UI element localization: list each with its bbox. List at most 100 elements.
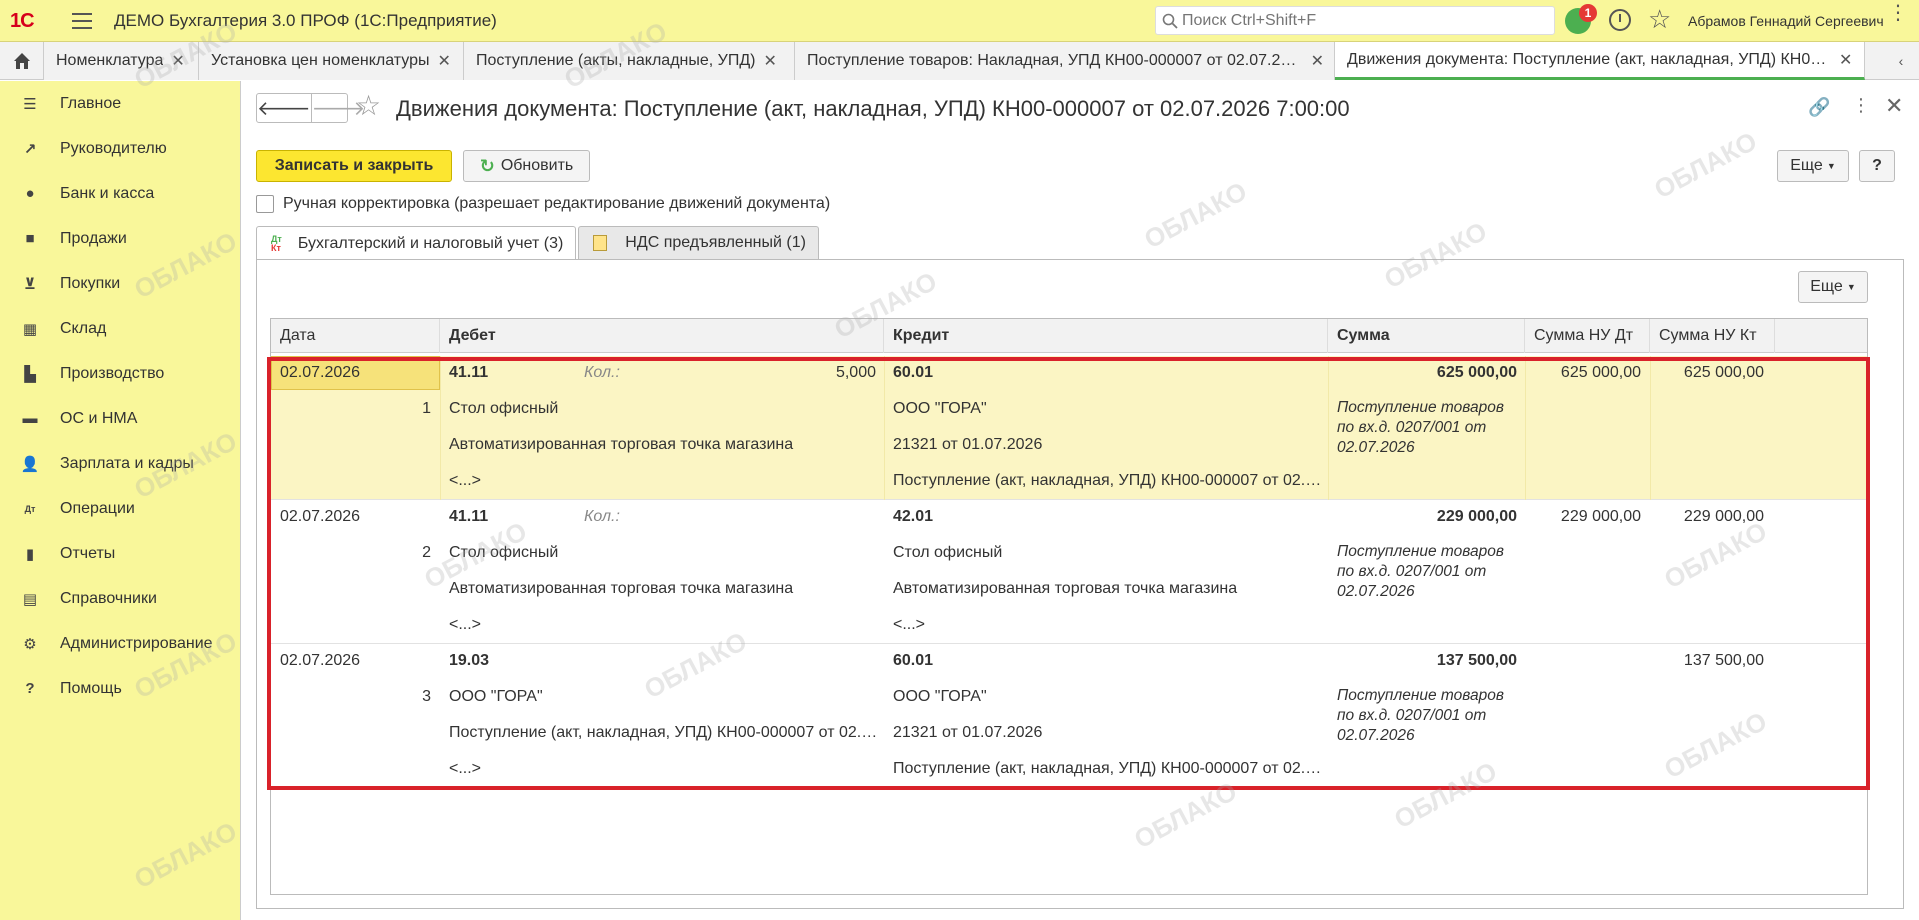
column-debit[interactable]: Дебет [440, 319, 884, 353]
sidebar-item-manager[interactable]: ↗ Руководителю [0, 126, 240, 171]
sidebar-item-help[interactable]: ? Помощь [0, 666, 240, 711]
row-content[interactable]: Поступление товаров по вх.д. 0207/001 от… [1337, 686, 1517, 746]
table-row[interactable]: 02.07.2026 2 41.11 Кол.: Стол офисный Ав… [271, 500, 1867, 644]
search-input[interactable] [1182, 11, 1542, 30]
credit-subconto-2[interactable]: Автоматизированная торговая точка магази… [893, 579, 1323, 599]
tab-accounting[interactable]: Дт Кт Бухгалтерский и налоговый учет (3) [256, 226, 577, 260]
sidebar-item-bank[interactable]: ● Банк и касса [0, 171, 240, 216]
row-date[interactable]: 02.07.2026 [280, 363, 435, 383]
row-sum-nu-kt[interactable]: 229 000,00 [1654, 507, 1764, 527]
debit-account[interactable]: 19.03 [449, 651, 569, 671]
more-menu-icon[interactable]: ⋮ [1888, 3, 1908, 23]
close-form-icon[interactable]: ✕ [1885, 93, 1903, 119]
tab-vat[interactable]: НДС предъявленный (1) [578, 226, 819, 259]
debit-subconto-1[interactable]: ООО "ГОРА" [449, 687, 879, 707]
sidebar-item-production[interactable]: ▙ Производство [0, 351, 240, 396]
column-sum[interactable]: Сумма [1328, 319, 1525, 353]
row-sum[interactable]: 625 000,00 [1333, 363, 1517, 383]
credit-subconto-1[interactable]: Стол офисный [893, 543, 1323, 563]
credit-subconto-2[interactable]: 21321 от 01.07.2026 [893, 435, 1323, 455]
factory-icon: ▙ [24, 365, 36, 383]
history-icon[interactable] [1609, 9, 1631, 31]
debit-subconto-2[interactable]: Автоматизированная торговая точка магази… [449, 435, 879, 455]
add-favorite-star-icon[interactable]: ☆ [356, 89, 381, 122]
close-icon[interactable]: ✕ [1839, 50, 1852, 70]
tab-receipt-document[interactable]: Поступление товаров: Накладная, УПД КН00… [795, 42, 1335, 80]
caret-down-icon: ▼ [1846, 282, 1856, 292]
debit-account[interactable]: 41.11 [449, 363, 569, 383]
row-sum[interactable]: 137 500,00 [1333, 651, 1517, 671]
save-and-close-button[interactable]: Записать и закрыть [256, 150, 452, 182]
row-sum-nu-dt[interactable]: 625 000,00 [1529, 363, 1641, 383]
row-date[interactable]: 02.07.2026 [280, 507, 435, 527]
tab-receipts-list[interactable]: Поступление (акты, накладные, УПД) ✕ [464, 42, 795, 80]
debit-subconto-3[interactable]: <...> [449, 759, 879, 779]
debit-subconto-2[interactable]: Поступление (акт, накладная, УПД) КН00-0… [449, 723, 879, 743]
credit-subconto-2[interactable]: 21321 от 01.07.2026 [893, 723, 1323, 743]
table-row[interactable]: 02.07.2026 3 19.03 ООО "ГОРА" Поступлени… [271, 644, 1867, 788]
debit-subconto-3[interactable]: <...> [449, 615, 879, 635]
sidebar-item-operations[interactable]: Дт Операции [0, 486, 240, 531]
tab-price-setup[interactable]: Установка цен номенклатуры ✕ [199, 42, 464, 80]
app-logo[interactable]: 1С [10, 10, 48, 32]
row-date[interactable]: 02.07.2026 [280, 651, 435, 671]
debit-subconto-1[interactable]: Стол офисный [449, 399, 879, 419]
close-icon[interactable]: ✕ [171, 51, 184, 71]
column-credit[interactable]: Кредит [884, 319, 1328, 353]
column-sum-nu-kt[interactable]: Сумма НУ Кт [1650, 319, 1775, 353]
table-row[interactable]: 02.07.2026 1 41.11 Кол.: 5,000 Стол офис… [271, 356, 1867, 500]
credit-account[interactable]: 42.01 [893, 507, 1323, 527]
sidebar-item-warehouse[interactable]: ▦ Склад [0, 306, 240, 351]
credit-subconto-3[interactable]: <...> [893, 615, 1323, 635]
global-search[interactable] [1155, 6, 1555, 35]
sidebar-item-main[interactable]: ☰ Главное [0, 81, 240, 126]
debit-account[interactable]: 41.11 [449, 507, 569, 527]
sidebar-item-purchases[interactable]: ⊻ Покупки [0, 261, 240, 306]
home-tab[interactable] [0, 42, 44, 80]
credit-subconto-1[interactable]: ООО "ГОРА" [893, 687, 1323, 707]
row-sum-nu-kt[interactable]: 137 500,00 [1654, 651, 1764, 671]
more-actions-button[interactable]: Еще ▼ [1777, 150, 1849, 182]
sidebar-item-sales[interactable]: ■ Продажи [0, 216, 240, 261]
user-name[interactable]: Абрамов Геннадий Сергеевич [1688, 13, 1884, 29]
main-menu-icon[interactable] [72, 12, 92, 29]
table-more-button[interactable]: Еще ▼ [1798, 271, 1868, 303]
back-arrow-icon[interactable]: 🡐 [257, 94, 311, 122]
notifications-bell-icon[interactable]: 1 [1565, 4, 1597, 34]
debit-subconto-2[interactable]: Автоматизированная торговая точка магази… [449, 579, 879, 599]
column-sum-nu-dt[interactable]: Сумма НУ Дт [1525, 319, 1650, 353]
credit-account[interactable]: 60.01 [893, 363, 1323, 383]
tab-nomenclature[interactable]: Номенклатура ✕ [44, 42, 199, 80]
close-icon[interactable]: ✕ [438, 51, 451, 71]
sidebar-item-admin[interactable]: ⚙ Администрирование [0, 621, 240, 666]
credit-subconto-3[interactable]: Поступление (акт, накладная, УПД) КН00-0… [893, 759, 1323, 779]
manual-edit-label[interactable]: Ручная корректировка (разрешает редактир… [283, 195, 830, 213]
debit-subconto-3[interactable]: <...> [449, 471, 879, 491]
row-sum[interactable]: 229 000,00 [1333, 507, 1517, 527]
refresh-button[interactable]: ↻ Обновить [463, 150, 590, 182]
credit-account[interactable]: 60.01 [893, 651, 1323, 671]
favorites-star-icon[interactable]: ☆ [1648, 4, 1671, 35]
sections-sidebar: ☰ Главное ↗ Руководителю ● Банк и касса ■ Пр… [0, 81, 241, 920]
sidebar-item-reports[interactable]: ▮ Отчеты [0, 531, 240, 576]
manual-edit-checkbox[interactable] [256, 195, 274, 213]
sidebar-item-directories[interactable]: ▤ Справочники [0, 576, 240, 621]
sidebar-item-salary[interactable]: 👤 Зарплата и кадры [0, 441, 240, 486]
debit-qty[interactable]: 5,000 [691, 363, 876, 383]
credit-subconto-3[interactable]: Поступление (акт, накладная, УПД) КН00-0… [893, 471, 1323, 491]
debit-subconto-1[interactable]: Стол офисный [449, 543, 879, 563]
form-more-icon[interactable]: ⋮ [1852, 95, 1870, 116]
sidebar-item-fixed-assets[interactable]: ▬ ОС и НМА [0, 396, 240, 441]
row-sum-nu-dt[interactable]: 229 000,00 [1529, 507, 1641, 527]
tab-document-movements[interactable]: Движения документа: Поступление (акт, на… [1335, 42, 1865, 80]
help-button[interactable]: ? [1859, 150, 1895, 182]
link-icon[interactable]: 🔗 [1808, 97, 1830, 118]
close-icon[interactable]: ✕ [1311, 51, 1324, 71]
row-content[interactable]: Поступление товаров по вх.д. 0207/001 от… [1337, 398, 1517, 458]
column-date[interactable]: Дата [271, 319, 440, 353]
credit-subconto-1[interactable]: ООО "ГОРА" [893, 399, 1323, 419]
tabs-scroll-chevron-icon[interactable]: ‹ [1883, 42, 1919, 80]
row-content[interactable]: Поступление товаров по вх.д. 0207/001 от… [1337, 542, 1517, 602]
row-sum-nu-kt[interactable]: 625 000,00 [1654, 363, 1764, 383]
close-icon[interactable]: ✕ [763, 51, 776, 71]
